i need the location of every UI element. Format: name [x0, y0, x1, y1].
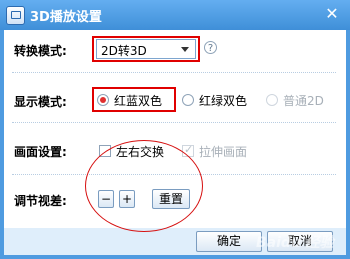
annotation-box-display [92, 87, 176, 112]
help-icon[interactable]: ? [204, 41, 217, 54]
app-icon [6, 6, 25, 25]
display-mode-label: 显示模式: [14, 95, 67, 109]
divider [12, 122, 336, 123]
annotation-box-convert [92, 36, 200, 62]
divider [12, 72, 336, 73]
radio-normal-2d[interactable] [266, 94, 278, 106]
picture-settings-label: 画面设置: [14, 145, 67, 159]
close-icon[interactable]: ✕ [318, 2, 346, 26]
radio-red-green[interactable] [182, 94, 194, 106]
watermark: Baidu 经验 [256, 235, 334, 251]
radio-red-green-label[interactable]: 红绿双色 [199, 92, 247, 109]
radio-normal-2d-label: 普通2D [283, 94, 324, 108]
stretch-checkbox-label: 拉伸画面 [199, 145, 248, 159]
ok-button[interactable]: 确定 [196, 231, 262, 252]
annotation-circle [85, 140, 203, 232]
dialog-title: 3D播放设置 [30, 10, 102, 25]
dialog-window: 3D播放设置 ✕ 转换模式: 2D转3D ? 显示模式: 红蓝双色 红绿双色 普… [0, 0, 350, 259]
convert-mode-label: 转换模式: [14, 44, 67, 58]
title-bar[interactable]: 3D播放设置 ✕ [0, 0, 350, 30]
parallax-label: 调节视差: [14, 194, 67, 208]
